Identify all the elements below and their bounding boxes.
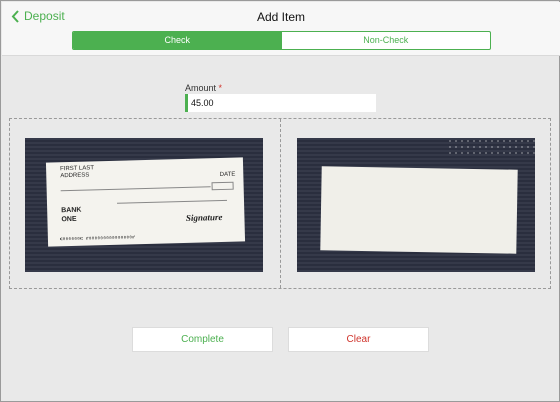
pay-line [60,186,211,192]
check-back-image [296,138,535,272]
amount-label: Amount * [185,83,223,93]
check-micr-line: ⑆000000⑆ ⑈000000000000000⑈ [59,236,136,243]
check-bank-name: BANK ONE [61,206,82,224]
check-payer: FIRST LAST ADDRESS [60,165,94,180]
surface-texture [446,138,535,156]
check-signature: Signature [185,211,223,223]
check-date-label: DATE [219,171,236,179]
page-title: Add Item [256,10,306,24]
segment-non-check[interactable]: Non-Check [282,32,491,49]
amount-box [211,181,234,191]
memo-line [117,199,227,204]
app-window: Deposit Add Item Check Non-Check Amount … [0,0,560,402]
required-mark: * [218,83,223,93]
nav-bar: Deposit Add Item Check Non-Check [2,2,560,56]
check-capture-area: FIRST LAST ADDRESS DATE BANK ONE Signatu… [9,118,551,289]
complete-button[interactable]: Complete [132,327,273,352]
check-paper: FIRST LAST ADDRESS DATE BANK ONE Signatu… [45,157,246,247]
check-back-capture[interactable] [279,119,551,288]
amount-input[interactable] [185,94,376,112]
check-front-image: FIRST LAST ADDRESS DATE BANK ONE Signatu… [25,138,263,272]
check-back-paper [319,166,518,254]
segment-check[interactable]: Check [73,32,282,49]
clear-button[interactable]: Clear [288,327,429,352]
check-front-capture[interactable]: FIRST LAST ADDRESS DATE BANK ONE Signatu… [10,119,280,288]
item-type-segmented-control: Check Non-Check [72,31,491,50]
